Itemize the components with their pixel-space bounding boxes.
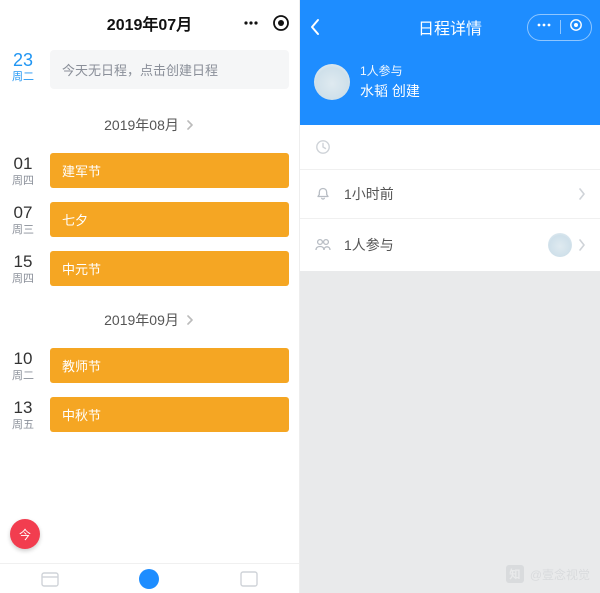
event-row[interactable]: 01 周四 建军节 bbox=[0, 149, 299, 198]
chevron-right-icon bbox=[578, 239, 586, 251]
date-weekday: 周四 bbox=[0, 174, 46, 188]
date-number: 13 bbox=[0, 398, 46, 418]
date-number: 07 bbox=[0, 203, 46, 223]
detail-title: 日程详情 bbox=[418, 15, 482, 39]
date-weekday: 周五 bbox=[0, 418, 46, 432]
date-weekday: 周二 bbox=[0, 369, 46, 383]
date-column: 13 周五 bbox=[0, 398, 46, 432]
today-fab-label: 今 bbox=[19, 526, 31, 543]
detail-body: 1小时前 1人参与 bbox=[300, 125, 600, 271]
creator-block: 1人参与 水韬 创建 bbox=[300, 54, 600, 125]
event-row[interactable]: 13 周五 中秋节 bbox=[0, 393, 299, 442]
chevron-right-icon bbox=[578, 188, 586, 200]
date-weekday: 周四 bbox=[0, 272, 46, 286]
event-bar[interactable]: 教师节 bbox=[50, 348, 289, 383]
nav-item-add[interactable] bbox=[134, 568, 164, 590]
empty-area bbox=[300, 271, 600, 511]
date-number: 23 bbox=[0, 50, 46, 70]
participants-row[interactable]: 1人参与 bbox=[300, 219, 600, 271]
date-weekday: 周二 bbox=[0, 70, 46, 84]
watermark-text: @壹念视觉 bbox=[530, 566, 590, 583]
month-label: 2019年09月 bbox=[104, 310, 179, 330]
event-bar[interactable]: 七夕 bbox=[50, 202, 289, 237]
people-icon bbox=[314, 237, 332, 253]
creator-name: 水韬 创建 bbox=[360, 81, 420, 101]
date-column: 01 周四 bbox=[0, 154, 46, 188]
date-column: 10 周二 bbox=[0, 349, 46, 383]
event-bar[interactable]: 建军节 bbox=[50, 153, 289, 188]
event-row[interactable]: 15 周四 中元节 bbox=[0, 247, 299, 296]
calendar-title[interactable]: 2019年07月 bbox=[107, 11, 192, 35]
date-number: 15 bbox=[0, 252, 46, 272]
participants-value: 1人参与 bbox=[344, 235, 394, 255]
target-icon[interactable] bbox=[271, 13, 291, 33]
date-column: 07 周三 bbox=[0, 203, 46, 237]
bell-icon bbox=[314, 186, 332, 202]
date-column: 15 周四 bbox=[0, 252, 46, 286]
more-icon[interactable] bbox=[536, 18, 552, 37]
calendar-header: 2019年07月 bbox=[0, 0, 299, 46]
detail-panel: 日程详情 1人参与 水韬 创建 bbox=[300, 0, 600, 593]
time-row[interactable] bbox=[300, 125, 600, 170]
clock-icon bbox=[314, 139, 332, 155]
chevron-right-icon bbox=[185, 315, 195, 325]
avatar[interactable] bbox=[314, 64, 350, 100]
watermark: 知 @壹念视觉 bbox=[506, 565, 590, 583]
event-row[interactable]: 07 周三 七夕 bbox=[0, 198, 299, 247]
nav-item-calendar[interactable] bbox=[35, 568, 65, 590]
bottom-nav bbox=[0, 563, 299, 593]
today-fab[interactable]: 今 bbox=[10, 519, 40, 549]
mini-program-capsule[interactable] bbox=[527, 14, 592, 41]
date-number: 10 bbox=[0, 349, 46, 369]
back-icon[interactable] bbox=[308, 0, 322, 54]
capsule-divider bbox=[560, 20, 561, 34]
event-bar[interactable]: 中元节 bbox=[50, 251, 289, 286]
month-header[interactable]: 2019年08月 bbox=[0, 101, 299, 149]
date-number: 01 bbox=[0, 154, 46, 174]
today-row[interactable]: 23 周二 今天无日程，点击创建日程 bbox=[0, 46, 299, 101]
date-column: 23 周二 bbox=[0, 50, 46, 84]
date-weekday: 周三 bbox=[0, 223, 46, 237]
zhihu-logo-icon: 知 bbox=[506, 565, 524, 583]
calendar-panel: 2019年07月 23 周二 今天无日程，点击创建日程 2019年08月 bbox=[0, 0, 300, 593]
month-label: 2019年08月 bbox=[104, 115, 179, 135]
reminder-value: 1小时前 bbox=[344, 184, 394, 204]
nav-item-other[interactable] bbox=[234, 568, 264, 590]
event-bar[interactable]: 中秋节 bbox=[50, 397, 289, 432]
reminder-row[interactable]: 1小时前 bbox=[300, 170, 600, 219]
no-event-message[interactable]: 今天无日程，点击创建日程 bbox=[50, 50, 289, 89]
more-icon[interactable] bbox=[241, 13, 261, 33]
participant-count: 1人参与 bbox=[360, 62, 420, 79]
detail-header: 日程详情 bbox=[300, 0, 600, 54]
chevron-right-icon bbox=[185, 120, 195, 130]
event-row[interactable]: 10 周二 教师节 bbox=[0, 344, 299, 393]
month-header[interactable]: 2019年09月 bbox=[0, 296, 299, 344]
avatar bbox=[548, 233, 572, 257]
target-icon[interactable] bbox=[569, 18, 583, 37]
